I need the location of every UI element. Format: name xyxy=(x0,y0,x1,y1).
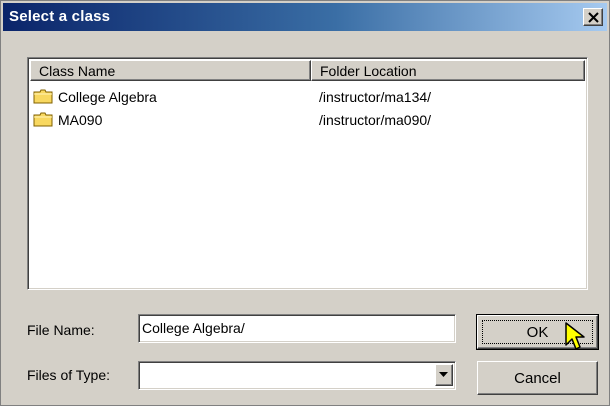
list-item[interactable]: College Algebra /instructor/ma134/ xyxy=(30,86,585,108)
select-class-dialog: Select a class Class Name Folder Locatio… xyxy=(0,0,610,406)
list-item-location: /instructor/ma090/ xyxy=(319,112,432,128)
list-item-name: MA090 xyxy=(58,112,103,128)
column-header-label: Class Name xyxy=(39,63,116,79)
folder-icon xyxy=(33,112,53,127)
list-item[interactable]: MA090 /instructor/ma090/ xyxy=(30,109,585,131)
cancel-button[interactable]: Cancel xyxy=(477,361,598,395)
column-header-folder-location[interactable]: Folder Location xyxy=(311,60,585,81)
file-name-field[interactable] xyxy=(138,314,456,343)
files-of-type-select[interactable] xyxy=(138,361,456,390)
files-of-type-label: Files of Type: xyxy=(27,367,111,383)
list-item-name: College Algebra xyxy=(58,89,157,105)
folder-icon xyxy=(33,89,53,104)
chevron-down-icon xyxy=(439,372,448,377)
close-button[interactable] xyxy=(583,8,603,26)
close-x-icon xyxy=(588,12,599,23)
list-item-location: /instructor/ma134/ xyxy=(319,89,432,105)
list-header: Class Name Folder Location xyxy=(30,60,585,81)
column-header-label: Folder Location xyxy=(320,63,417,79)
files-of-type-dropdown-button[interactable] xyxy=(435,364,453,386)
cancel-button-label: Cancel xyxy=(514,370,561,387)
class-list[interactable]: Class Name Folder Location College Algeb… xyxy=(27,57,588,290)
file-name-label: File Name: xyxy=(27,322,95,338)
file-name-input[interactable] xyxy=(142,317,442,339)
dialog-title: Select a class xyxy=(9,8,111,25)
pointer-cursor-icon xyxy=(565,322,585,350)
column-header-class-name[interactable]: Class Name xyxy=(30,60,311,81)
title-bar[interactable]: Select a class xyxy=(3,3,607,31)
